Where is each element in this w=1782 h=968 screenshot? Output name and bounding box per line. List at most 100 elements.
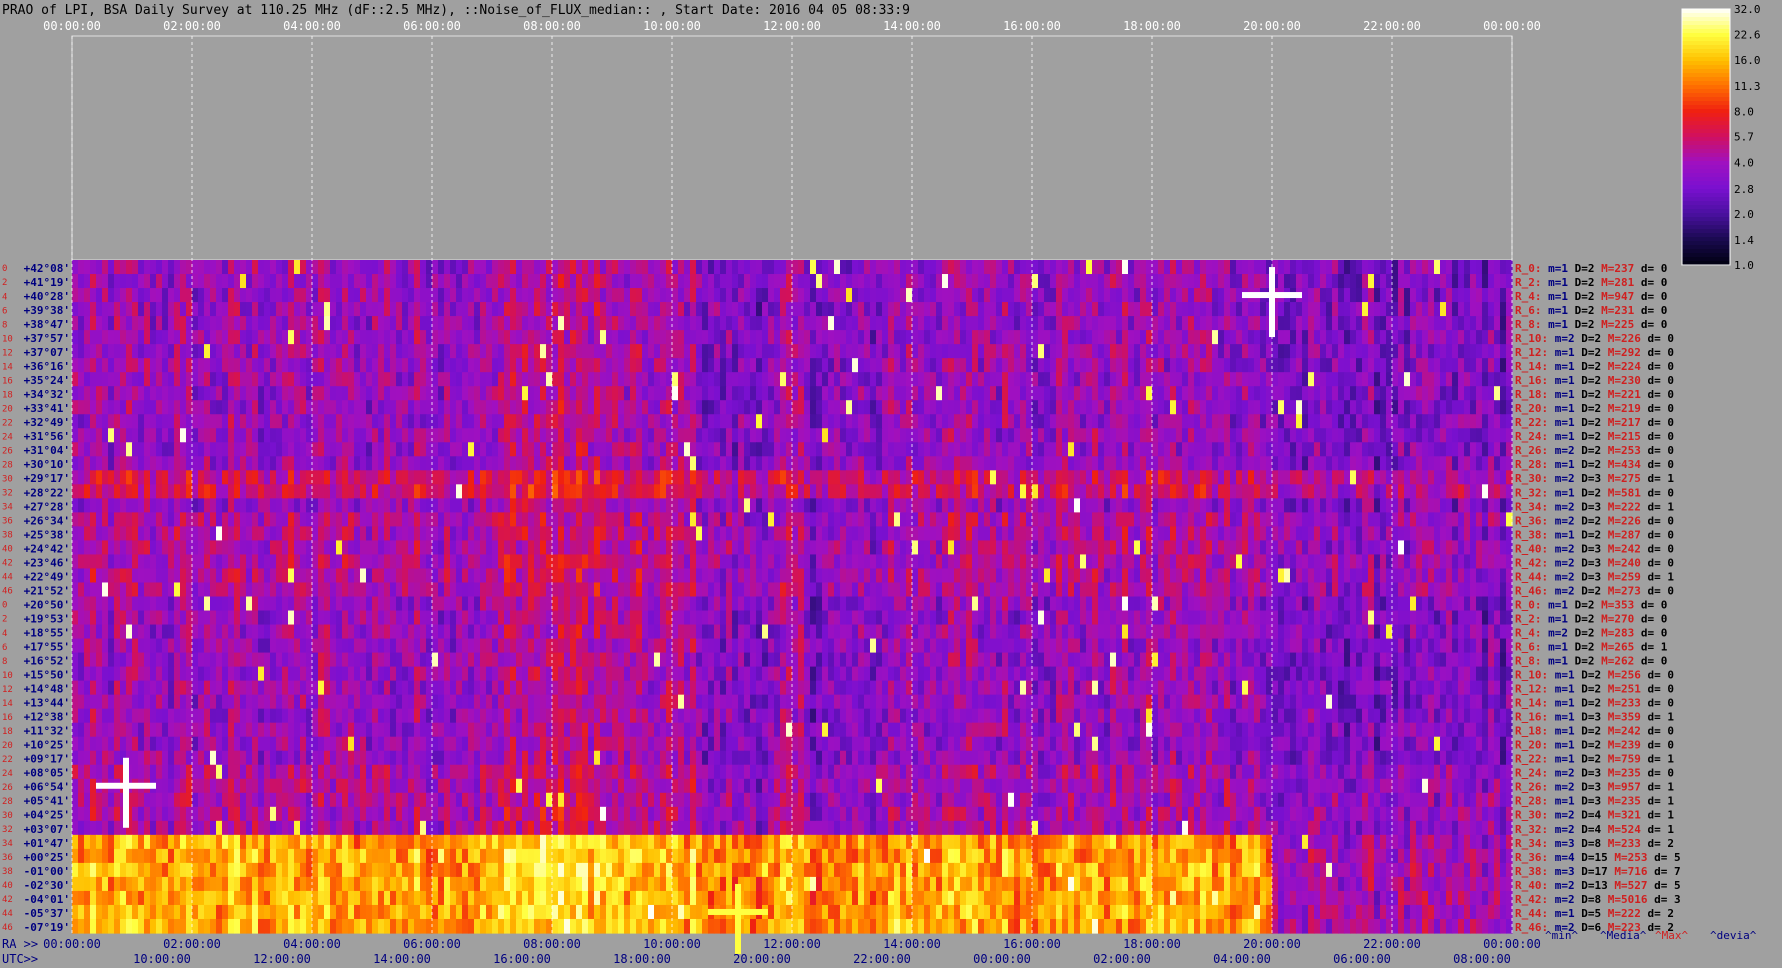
heatmap-cell	[480, 260, 487, 275]
heatmap-cell	[696, 498, 703, 513]
heatmap-cell	[300, 512, 307, 527]
heatmap-cell	[510, 344, 517, 359]
heatmap-cell	[192, 442, 199, 457]
heatmap-cell	[888, 330, 895, 345]
heatmap-cell	[780, 260, 787, 275]
heatmap-cell	[930, 372, 937, 387]
heatmap-cell	[1356, 386, 1363, 401]
heatmap-cell	[714, 344, 721, 359]
heatmap-cell	[678, 330, 685, 345]
heatmap-cell	[540, 442, 547, 457]
heatmap-cell	[1188, 302, 1195, 317]
heatmap-cell	[1014, 456, 1021, 471]
heatmap-cell	[102, 512, 109, 527]
heatmap-cell	[888, 470, 895, 485]
heatmap-cell	[1236, 400, 1243, 415]
heatmap-cell	[1242, 470, 1249, 485]
heatmap-cell	[720, 330, 727, 345]
heatmap-cell	[144, 484, 151, 499]
heatmap-cell	[1428, 386, 1435, 401]
heatmap-cell	[330, 428, 337, 443]
heatmap-cell	[432, 274, 439, 289]
heatmap-cell	[924, 428, 931, 443]
heatmap-cell	[918, 316, 925, 331]
heatmap-cell	[1140, 344, 1147, 359]
heatmap-cell	[1134, 414, 1141, 429]
heatmap-cell	[678, 288, 685, 303]
heatmap-cell	[474, 526, 481, 542]
heatmap-cell	[1410, 470, 1417, 485]
heatmap-cell	[822, 414, 829, 429]
heatmap-cell	[1488, 400, 1495, 415]
heatmap-cell	[480, 470, 487, 485]
heatmap-cell	[1008, 442, 1015, 457]
heatmap-cell	[294, 456, 301, 471]
heatmap-cell	[450, 498, 457, 513]
heatmap-cell	[738, 260, 745, 275]
heatmap-cell	[1092, 316, 1099, 331]
heatmap-cell	[1098, 330, 1105, 345]
heatmap-cell	[774, 428, 781, 443]
heatmap-cell	[1080, 316, 1087, 331]
heatmap-cell	[678, 456, 685, 471]
heatmap-cell	[1110, 498, 1117, 513]
heatmap-cell	[150, 288, 157, 303]
heatmap-cell	[1062, 470, 1069, 485]
heatmap-cell	[1008, 386, 1015, 401]
heatmap-cell	[552, 330, 559, 345]
heatmap-cell	[978, 344, 985, 359]
heatmap-cell	[1248, 260, 1255, 275]
heatmap-cell	[90, 526, 97, 542]
heatmap-cell	[594, 386, 601, 401]
heatmap-cell	[372, 386, 379, 401]
heatmap-cell	[564, 260, 571, 275]
heatmap-cell	[168, 456, 175, 471]
heatmap-cell	[468, 386, 475, 401]
heatmap-cell	[384, 344, 391, 359]
heatmap-cell	[1320, 484, 1327, 499]
heatmap-cell	[402, 400, 409, 415]
heatmap-cell	[360, 456, 367, 471]
heatmap-cell	[756, 498, 763, 513]
heatmap-cell	[1296, 484, 1303, 499]
heatmap-cell	[894, 540, 901, 556]
heatmap-cell	[816, 470, 823, 485]
heatmap-cell	[1332, 274, 1339, 289]
heatmap-cell	[558, 316, 565, 331]
heatmap-cell	[1362, 498, 1369, 513]
heatmap-cell	[90, 302, 97, 317]
heatmap-cell	[96, 526, 103, 542]
heatmap-cell	[180, 540, 187, 556]
heatmap-cell	[96, 386, 103, 401]
heatmap-cell	[1164, 400, 1171, 415]
heatmap-cell	[1446, 344, 1453, 359]
heatmap-cell	[414, 386, 421, 401]
heatmap-cell	[1488, 442, 1495, 457]
heatmap-cell	[288, 358, 295, 373]
heatmap-cell	[222, 274, 229, 289]
heatmap-cell	[1164, 386, 1171, 401]
heatmap-cell	[234, 274, 241, 289]
heatmap-cell	[684, 484, 691, 499]
heatmap-cell	[1182, 274, 1189, 289]
heatmap-cell	[414, 372, 421, 387]
heatmap-cell	[948, 498, 955, 513]
heatmap-cell	[1230, 484, 1237, 499]
heatmap-cell	[996, 260, 1003, 275]
heatmap-cell	[1074, 386, 1081, 401]
heatmap-cell	[528, 484, 535, 499]
heatmap-cell	[1422, 274, 1429, 289]
heatmap-cell	[246, 498, 253, 513]
heatmap-cell	[654, 344, 661, 359]
heatmap-cell	[858, 386, 865, 401]
heatmap-cell	[948, 400, 955, 415]
heatmap-cell	[84, 316, 91, 331]
heatmap-cell	[720, 400, 727, 415]
heatmap-cell	[774, 302, 781, 317]
heatmap-cell	[966, 428, 973, 443]
heatmap-cell	[1008, 484, 1015, 499]
heatmap-cell	[438, 400, 445, 415]
heatmap-cell	[1086, 260, 1093, 275]
heatmap-cell	[930, 260, 937, 275]
heatmap-cell	[1374, 386, 1381, 401]
